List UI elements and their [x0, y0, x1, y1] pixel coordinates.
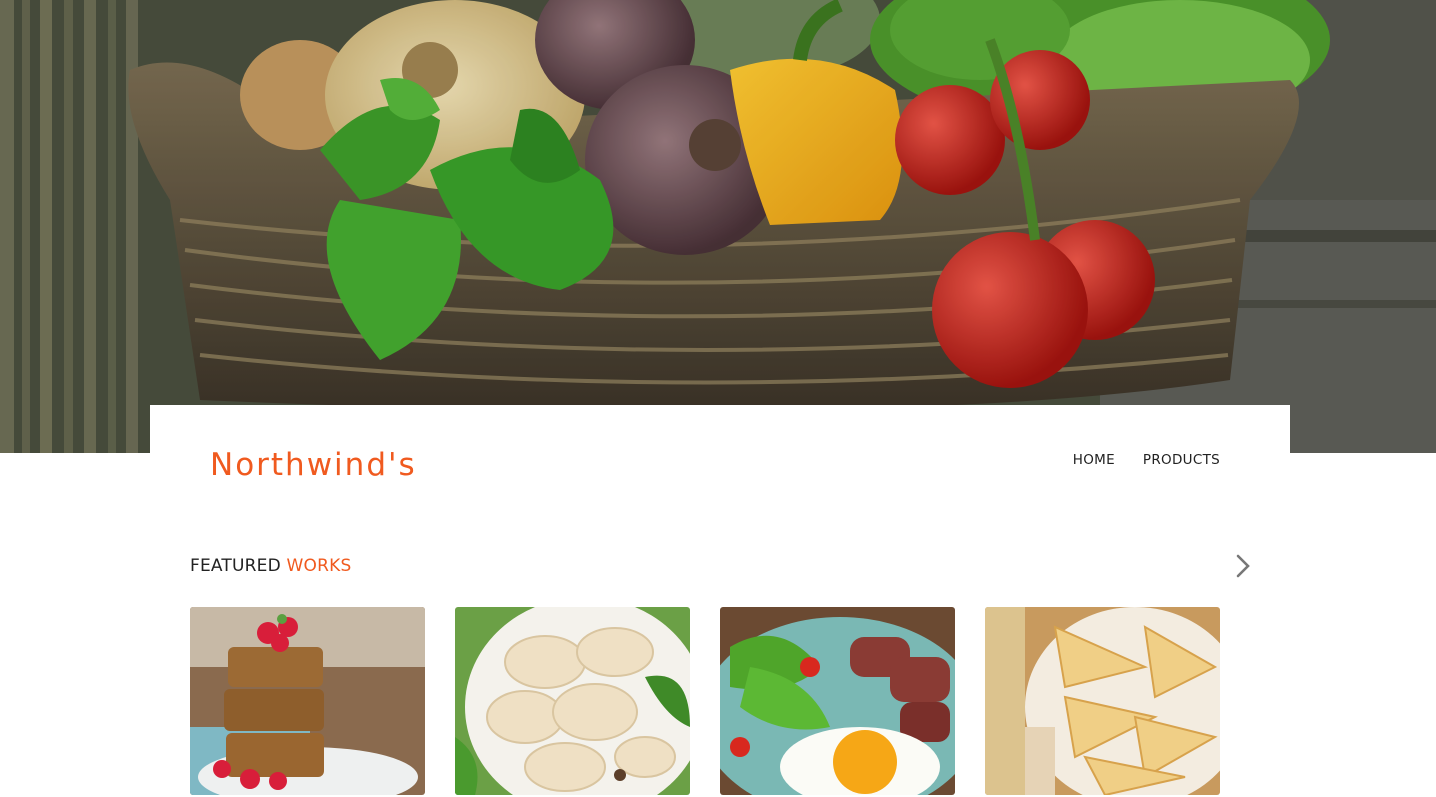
chevron-right-icon[interactable]	[1232, 553, 1254, 579]
featured-item[interactable]	[190, 607, 425, 795]
brand-logo[interactable]: Northwind's	[210, 447, 417, 483]
section-title: FEATURED WORKS	[190, 556, 351, 576]
steak-egg-image	[720, 607, 955, 795]
header-card: Northwind's HOME PRODUCTS FEATURED WORKS	[150, 405, 1290, 797]
main-nav: HOME PRODUCTS	[1073, 452, 1220, 468]
hero-banner	[0, 0, 1436, 453]
featured-works-gallery	[190, 607, 1220, 795]
section-title-part2: WORKS	[286, 556, 352, 576]
nav-item-home[interactable]: HOME	[1073, 452, 1115, 468]
dumplings-image	[455, 607, 690, 795]
featured-item[interactable]	[985, 607, 1220, 795]
raspberry-bars-image	[190, 607, 425, 795]
hero-image	[0, 0, 1436, 453]
crepes-image	[985, 607, 1220, 795]
featured-item[interactable]	[455, 607, 690, 795]
nav-item-products[interactable]: PRODUCTS	[1143, 452, 1220, 468]
featured-item[interactable]	[720, 607, 955, 795]
section-title-part1: FEATURED	[190, 556, 281, 576]
